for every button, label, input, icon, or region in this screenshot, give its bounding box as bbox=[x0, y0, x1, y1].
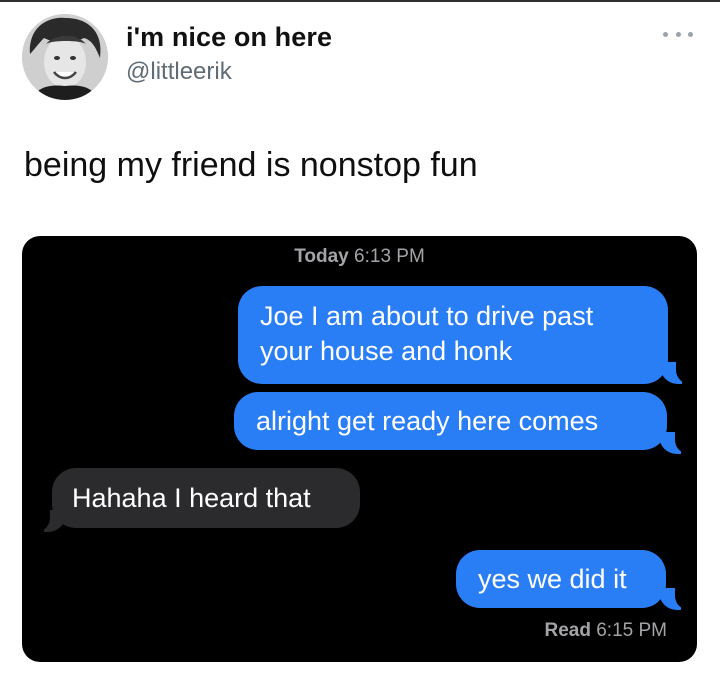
read-label: Read bbox=[544, 620, 591, 641]
outgoing-message: Joe I am about to drive past your house … bbox=[238, 286, 668, 384]
timestamp-day: Today bbox=[294, 246, 349, 267]
more-options-icon[interactable] bbox=[663, 26, 693, 42]
timestamp-time: 6:13 PM bbox=[354, 246, 425, 267]
message-line: your house and honk bbox=[260, 336, 513, 366]
tweet-image[interactable]: Today 6:13 PM Joe I am about to drive pa… bbox=[22, 236, 697, 662]
outgoing-message: yes we did it bbox=[456, 550, 666, 608]
incoming-message: Hahaha I heard that bbox=[52, 468, 360, 528]
outgoing-message: alright get ready here comes bbox=[234, 392, 667, 450]
read-receipt: Read 6:15 PM bbox=[544, 620, 667, 642]
profile-photo bbox=[22, 14, 108, 100]
tweet-text: being my friend is nonstop fun bbox=[24, 146, 478, 184]
read-time: 6:15 PM bbox=[596, 620, 667, 641]
message-line: Joe I am about to drive past bbox=[260, 301, 594, 331]
dot bbox=[663, 31, 668, 37]
avatar[interactable] bbox=[22, 14, 108, 100]
user-handle[interactable]: @littleerik bbox=[126, 58, 232, 86]
dot bbox=[675, 31, 681, 37]
message-text: alright get ready here comes bbox=[256, 406, 599, 436]
display-name[interactable]: i'm nice on here bbox=[126, 22, 332, 53]
message-text: yes we did it bbox=[478, 564, 627, 594]
message-text: Hahaha I heard that bbox=[72, 483, 311, 513]
dot bbox=[688, 31, 693, 37]
conversation-timestamp: Today 6:13 PM bbox=[22, 246, 697, 268]
top-border bbox=[0, 0, 720, 2]
